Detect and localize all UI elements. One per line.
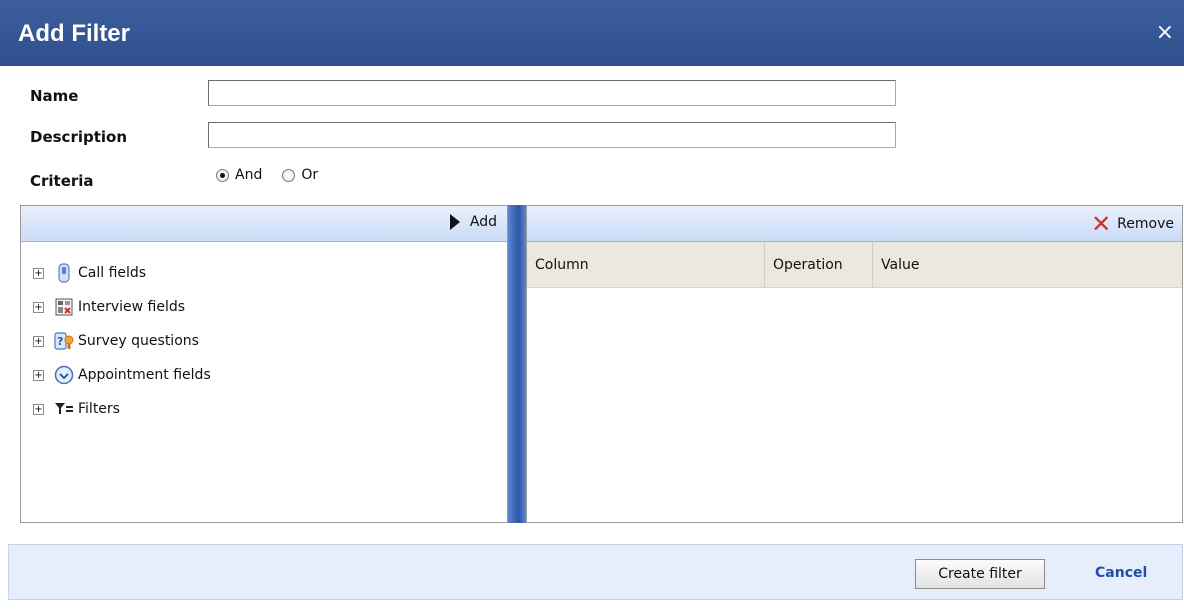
remove-button-label: Remove [1117, 216, 1174, 232]
remove-button[interactable]: ✕ Remove [1091, 210, 1174, 238]
play-arrow-icon [449, 214, 460, 230]
column-header-column[interactable]: Column [527, 242, 765, 287]
dialog-footer: Create filter Cancel [8, 544, 1183, 600]
description-input[interactable] [208, 122, 896, 148]
column-header-operation[interactable]: Operation [765, 242, 873, 287]
expand-icon[interactable]: + [33, 403, 44, 415]
tree-item-label: Appointment fields [78, 367, 211, 383]
filter-icon [54, 399, 74, 419]
add-button[interactable]: Add [449, 214, 497, 230]
add-button-label: Add [469, 214, 497, 230]
criteria-panel-header: ✕ Remove [527, 206, 1182, 242]
survey-icon: ? [54, 331, 74, 351]
interview-icon [54, 297, 74, 317]
criteria-and-label: And [235, 167, 263, 183]
expand-icon[interactable]: + [33, 369, 44, 381]
tree-item-label: Call fields [78, 265, 147, 281]
criteria-label: Criteria [30, 172, 94, 190]
column-header-value[interactable]: Value [873, 242, 919, 287]
criteria-or-label: Or [301, 167, 319, 183]
tree-item-appointment-fields[interactable]: + Appointment fields [33, 358, 211, 392]
radio-unchecked-icon[interactable] [282, 168, 296, 182]
tree-item-survey-questions[interactable]: + ? Survey questions [33, 324, 211, 358]
close-icon[interactable]: × [1156, 22, 1174, 44]
criteria-radio-group: And Or [216, 167, 338, 183]
svg-text:?: ? [57, 335, 63, 348]
criteria-and-radio[interactable]: And [216, 167, 262, 183]
phone-icon [54, 263, 74, 283]
tree-item-label: Survey questions [78, 333, 199, 349]
tree-item-label: Interview fields [78, 299, 186, 315]
tree-item-call-fields[interactable]: + Call fields [33, 256, 211, 290]
criteria-or-radio[interactable]: Or [282, 167, 318, 183]
criteria-grid-header: Column Operation Value [527, 242, 1182, 288]
cancel-link[interactable]: Cancel [1095, 565, 1147, 581]
tree-item-filters[interactable]: + Filters [33, 392, 211, 426]
description-label: Description [30, 128, 128, 146]
dialog-title: Add Filter [18, 20, 130, 47]
criteria-panel: ✕ Remove Column Operation Value [526, 205, 1183, 523]
fields-tree: + Call fields + Interview fields + ? Sur… [33, 256, 211, 426]
panel-splitter[interactable] [508, 205, 526, 523]
radio-checked-icon[interactable] [216, 168, 229, 182]
expand-icon[interactable]: + [33, 301, 44, 313]
tree-item-interview-fields[interactable]: + Interview fields [33, 290, 211, 324]
dialog-titlebar: Add Filter × [0, 0, 1184, 66]
create-filter-button[interactable]: Create filter [915, 559, 1045, 589]
clock-icon [54, 365, 74, 385]
name-input[interactable] [208, 80, 896, 106]
remove-x-icon: ✕ [1091, 210, 1112, 238]
expand-icon[interactable]: + [33, 335, 44, 347]
fields-panel: Add + Call fields + Interview fields + ?… [20, 205, 508, 523]
expand-icon[interactable]: + [33, 267, 44, 279]
tree-item-label: Filters [78, 401, 120, 417]
name-label: Name [30, 87, 79, 105]
fields-panel-header: Add [21, 206, 507, 242]
